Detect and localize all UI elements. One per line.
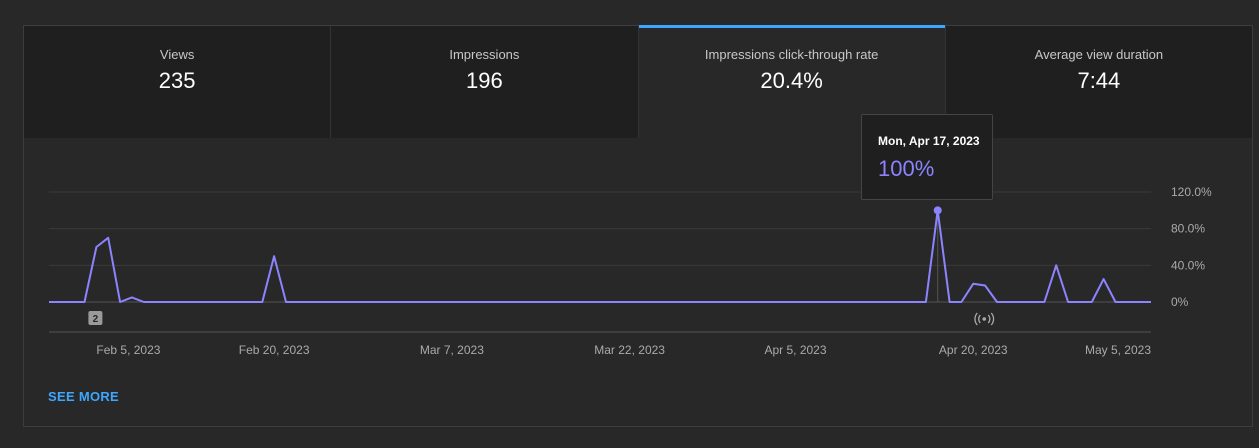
x-tick-label: May 5, 2023 xyxy=(1085,343,1151,357)
y-tick-label: 120.0% xyxy=(1171,185,1212,199)
x-tick-label: Feb 5, 2023 xyxy=(96,343,160,357)
y-tick-label: 40.0% xyxy=(1171,258,1205,272)
annotation-badge-label: 2 xyxy=(93,314,99,325)
series-line xyxy=(49,209,1151,303)
broadcast-icon xyxy=(990,312,995,326)
broadcast-icon xyxy=(982,317,987,321)
x-tick-label: Feb 20, 2023 xyxy=(239,343,310,357)
tooltip-value: 100% xyxy=(878,156,935,181)
line-chart: 0% 40.0% 80.0% 120.0% Feb 5, 2023 Feb 20, 202… xyxy=(49,185,1212,357)
x-tick-label: Apr 20, 2023 xyxy=(939,343,1008,357)
y-tick-label: 80.0% xyxy=(1171,222,1205,236)
highlight-point xyxy=(933,206,942,215)
broadcast-icon xyxy=(987,314,991,324)
analytics-card: Views 235 Impressions 196 Impressions cl… xyxy=(23,25,1253,427)
y-tick-label: 0% xyxy=(1171,295,1189,309)
see-more-link[interactable]: SEE MORE xyxy=(48,389,119,404)
x-tick-label: Mar 22, 2023 xyxy=(594,343,665,357)
tooltip-date: Mon, Apr 17, 2023 xyxy=(878,134,980,148)
broadcast-icon xyxy=(978,314,981,324)
x-tick-label: Apr 5, 2023 xyxy=(764,343,826,357)
x-tick-label: Mar 7, 2023 xyxy=(420,343,484,357)
broadcast-icon xyxy=(974,312,978,326)
chart-tooltip: Mon, Apr 17, 2023 100% xyxy=(861,114,993,200)
